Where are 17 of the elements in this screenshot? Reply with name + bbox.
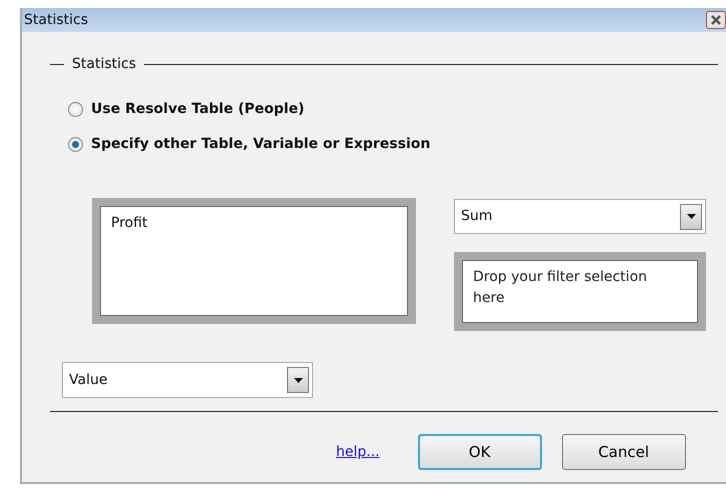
close-button[interactable] — [706, 11, 726, 29]
dialog-button[interactable]: OK — [418, 434, 542, 470]
window-title: Statistics — [24, 10, 88, 30]
radio-label[interactable]: Specify other Table, Variable or Expression — [91, 134, 430, 155]
dialog-button[interactable]: Cancel — [562, 434, 686, 470]
dropdown-arrow-icon — [294, 378, 302, 382]
dropdown-arrow-icon — [686, 214, 696, 219]
filter-box[interactable]: Drop your filter selection here — [454, 252, 706, 331]
radio-label[interactable]: Use Resolve Table (People) — [91, 99, 304, 120]
display-dropdown[interactable]: Value — [62, 362, 313, 398]
close-icon — [710, 14, 722, 26]
radio-button[interactable] — [68, 102, 83, 117]
group-legend: Statistics — [72, 54, 136, 75]
radio-button[interactable] — [68, 137, 83, 152]
help-link[interactable]: help... — [336, 442, 380, 462]
aggregate-dropdown[interactable]: Sum — [454, 199, 706, 234]
expression-box[interactable]: Profit — [92, 198, 416, 324]
